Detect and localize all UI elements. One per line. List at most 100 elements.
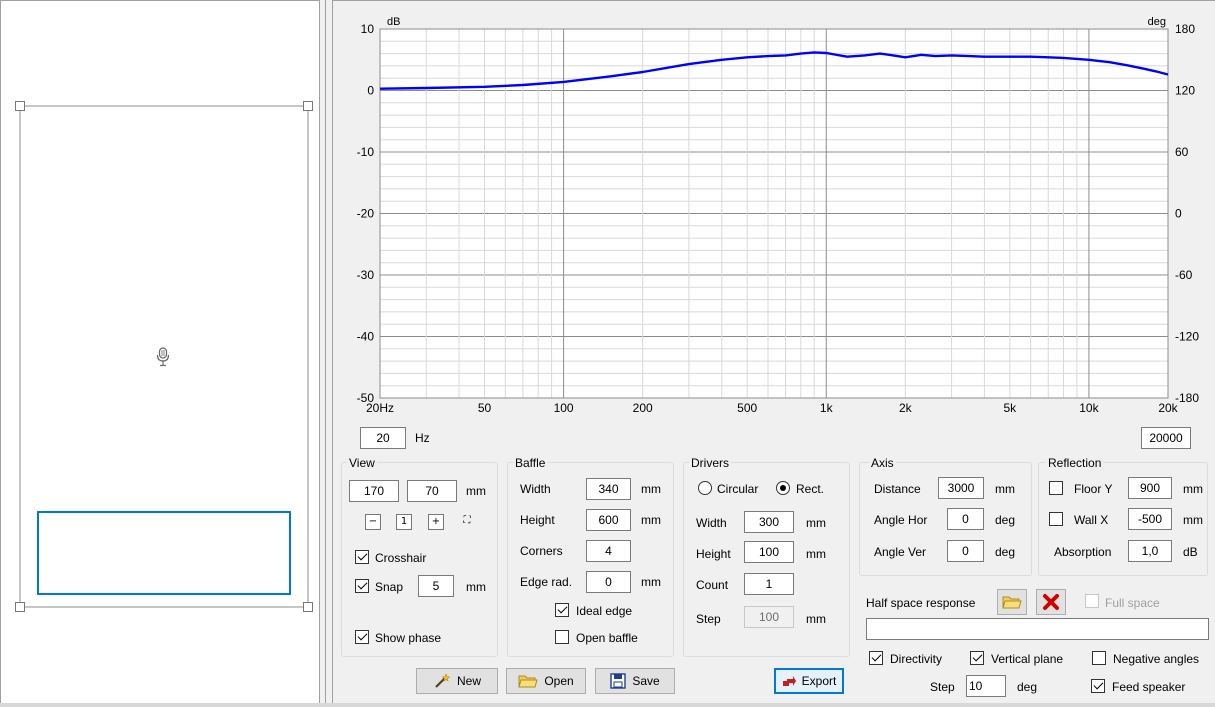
reflection-group-title: Reflection xyxy=(1046,456,1104,470)
full-space-checkbox[interactable] xyxy=(1085,594,1099,608)
y2-axis-label: deg xyxy=(1148,16,1166,28)
driver-step-label: Step xyxy=(696,612,721,626)
resize-handle-bottom-right[interactable] xyxy=(303,602,313,612)
driver-width-unit: mm xyxy=(806,516,826,530)
angle-ver-label: Angle Ver xyxy=(874,545,927,559)
angle-hor-input[interactable] xyxy=(947,508,984,530)
circular-radio[interactable] xyxy=(698,481,712,495)
driver-height-unit: mm xyxy=(806,547,826,561)
wall-label: Wall X xyxy=(1074,513,1109,527)
y-tick-label: 10 xyxy=(361,22,375,36)
open-button[interactable]: Open xyxy=(506,668,586,694)
zoom-out-icon[interactable]: − xyxy=(365,514,381,530)
options-step-label: Step xyxy=(930,680,955,694)
y-tick-label: -40 xyxy=(357,330,375,344)
driver-step-input[interactable] xyxy=(744,606,794,628)
x-tick-label: 50 xyxy=(478,401,492,415)
options-step-unit: deg xyxy=(1017,680,1038,694)
y-axis-label: dB xyxy=(387,16,400,28)
save-button-label: Save xyxy=(632,674,660,688)
vertical-plane-checkbox[interactable] xyxy=(970,651,984,665)
x-tick-label: 10k xyxy=(1079,401,1099,415)
crosshair-checkbox[interactable] xyxy=(355,550,369,564)
corners-input[interactable] xyxy=(586,540,631,562)
drivers-group-title: Drivers xyxy=(689,456,731,470)
zoom-fit-icon[interactable]: ⛶ xyxy=(459,514,475,530)
driver-count-label: Count xyxy=(696,578,729,592)
floor-unit: mm xyxy=(1183,482,1203,496)
snap-checkbox[interactable] xyxy=(355,579,369,593)
snap-input[interactable] xyxy=(418,575,454,597)
resize-handle-top-right[interactable] xyxy=(303,101,313,111)
driver-height-input[interactable] xyxy=(744,541,794,563)
crosshair-label: Crosshair xyxy=(375,551,427,565)
baffle-height-input[interactable] xyxy=(586,509,631,531)
floor-checkbox[interactable] xyxy=(1049,481,1063,495)
half-space-open-button[interactable] xyxy=(997,589,1027,615)
y2-tick-label: 60 xyxy=(1175,145,1189,159)
save-button[interactable]: Save xyxy=(595,668,675,694)
y2-tick-label: 120 xyxy=(1175,84,1195,98)
wall-unit: mm xyxy=(1183,513,1203,527)
x-tick-label: 500 xyxy=(737,401,757,415)
y-tick-label: 0 xyxy=(367,84,374,98)
show-phase-checkbox[interactable] xyxy=(355,630,369,644)
negative-angles-checkbox[interactable] xyxy=(1092,651,1106,665)
angle-hor-label: Angle Hor xyxy=(874,513,928,527)
angle-ver-input[interactable] xyxy=(947,540,984,562)
resize-handle-bottom-left[interactable] xyxy=(15,602,25,612)
status-strip xyxy=(0,703,1215,707)
export-button-label: Export xyxy=(801,674,837,688)
half-space-clear-button[interactable] xyxy=(1036,589,1066,615)
ideal-edge-checkbox[interactable] xyxy=(555,603,569,617)
distance-input[interactable] xyxy=(938,477,984,499)
zoom-1to1-icon[interactable]: 1 xyxy=(396,514,412,530)
snap-label: Snap xyxy=(375,580,404,594)
driver-width-input[interactable] xyxy=(744,511,794,533)
options-step-input[interactable] xyxy=(966,675,1006,697)
floppy-disk-icon xyxy=(610,673,627,689)
driver-width-label: Width xyxy=(696,516,727,530)
y-tick-label: -20 xyxy=(357,207,375,221)
corners-label: Corners xyxy=(520,544,563,558)
feed-speaker-label: Feed speaker xyxy=(1112,680,1186,694)
export-button[interactable]: Export xyxy=(774,668,844,694)
driver-count-input[interactable] xyxy=(744,573,794,595)
edge-radius-label: Edge rad. xyxy=(520,575,573,589)
directivity-checkbox[interactable] xyxy=(869,651,883,665)
view-x-input[interactable] xyxy=(349,480,399,502)
vertical-plane-label: Vertical plane xyxy=(991,652,1064,666)
y-tick-label: -30 xyxy=(357,268,375,282)
floor-input[interactable] xyxy=(1128,477,1172,499)
half-space-path-input[interactable] xyxy=(866,618,1209,640)
freq-min-input[interactable] xyxy=(360,427,406,449)
rect-label: Rect. xyxy=(796,482,825,496)
wall-input[interactable] xyxy=(1128,508,1172,530)
baffle-drawing-panel[interactable] xyxy=(0,0,320,707)
rect-radio[interactable] xyxy=(776,481,790,495)
x-tick-label: 200 xyxy=(633,401,653,415)
y2-tick-label: -120 xyxy=(1175,330,1199,344)
view-y-input[interactable] xyxy=(407,480,457,502)
y2-tick-label: -180 xyxy=(1175,391,1199,405)
feed-speaker-checkbox[interactable] xyxy=(1091,679,1105,693)
new-button-label: New xyxy=(456,674,481,688)
open-baffle-checkbox[interactable] xyxy=(555,630,569,644)
delete-x-icon xyxy=(1043,594,1059,610)
wall-checkbox[interactable] xyxy=(1049,512,1063,526)
view-group-title: View xyxy=(347,456,377,470)
zoom-in-icon[interactable]: + xyxy=(428,514,444,530)
y2-tick-label: -60 xyxy=(1175,268,1193,282)
driver-rectangle xyxy=(37,511,291,595)
angle-hor-unit: deg xyxy=(995,513,1016,527)
distance-label: Distance xyxy=(874,482,921,496)
edge-radius-input[interactable] xyxy=(586,571,631,593)
magic-wand-icon xyxy=(435,673,451,688)
resize-handle-top-left[interactable] xyxy=(15,101,25,111)
baffle-width-input[interactable] xyxy=(586,478,631,500)
freq-max-input[interactable] xyxy=(1141,427,1191,449)
frequency-response-chart[interactable]: 100-10-20-30-40-50180120600-60-120-180dB… xyxy=(332,0,1215,420)
new-button[interactable]: New xyxy=(416,668,498,694)
panel-splitter[interactable] xyxy=(320,0,332,707)
absorption-input[interactable] xyxy=(1128,540,1172,562)
